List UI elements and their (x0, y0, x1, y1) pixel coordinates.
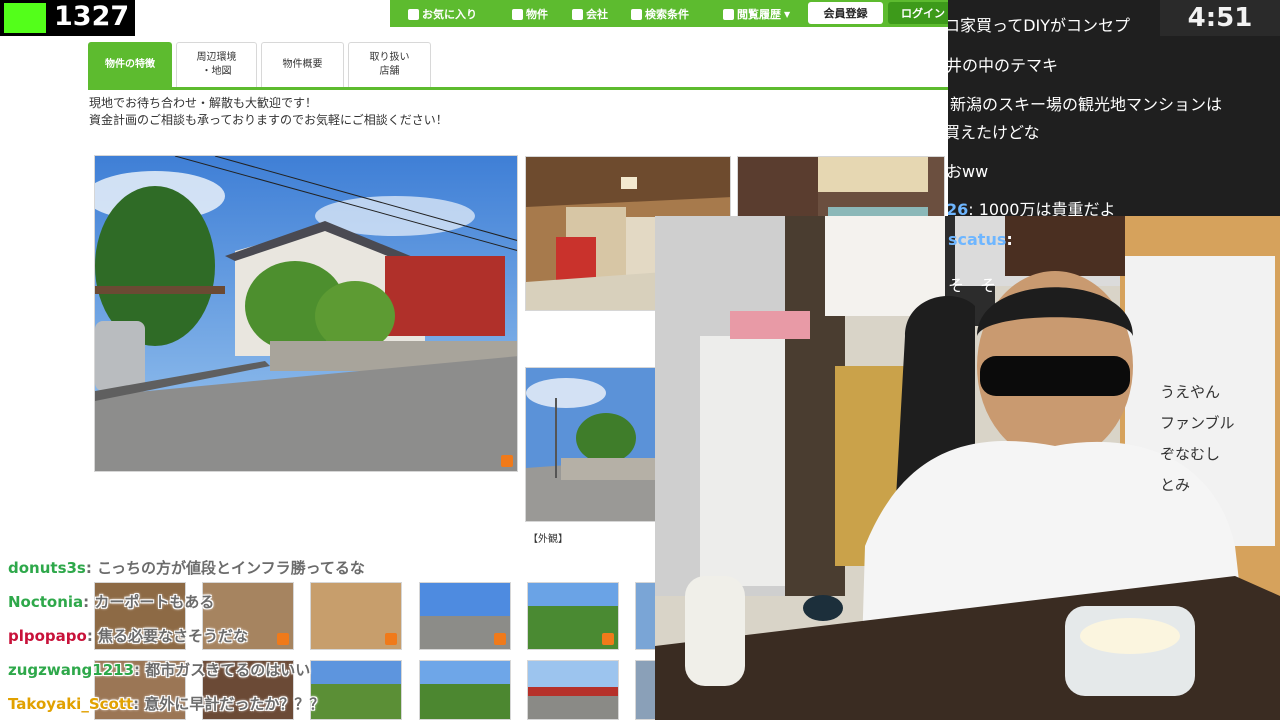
thumbnail[interactable] (310, 582, 402, 650)
chat-username: donuts3s (8, 559, 86, 577)
kick-logo-icon (4, 3, 46, 33)
name-board: うえやん ファンブル ぞなむし とみ (1160, 383, 1235, 494)
chat-line: 井の中のテマキ (948, 56, 1059, 75)
chat-line: おww (948, 162, 989, 181)
heart-icon (408, 8, 419, 20)
thumbnail[interactable] (527, 660, 619, 720)
zoom-icon[interactable] (277, 633, 289, 645)
zoom-icon[interactable] (501, 455, 513, 467)
property-description: 現地でお待ち合わせ・解散も大歓迎です！ 資金計画のご相談も承っておりますのでお気… (89, 96, 448, 127)
chat-line: そ そ (948, 276, 997, 295)
house-icon (512, 8, 523, 20)
main-exterior-photo[interactable] (94, 155, 518, 472)
thumbnail[interactable] (419, 582, 511, 650)
zoom-icon[interactable] (602, 633, 614, 645)
nav-property[interactable]: 物件 (512, 5, 548, 23)
photo-caption: 【外観】 (528, 534, 568, 545)
building-icon (572, 8, 583, 20)
site-navbar: お気に入り 物件 会社 検索条件 閲覧履歴 ▼ 会員登録 ログイン (0, 0, 948, 27)
clock-icon (723, 8, 734, 20)
chat-username: Takoyaki_Scott (8, 695, 134, 713)
chat-message: Takoyaki_Scott: 意外に早計だったか？？？ (8, 695, 325, 713)
chat-line: 買えたけどな (948, 123, 1040, 142)
tab-map[interactable]: 周辺環境 ・地図 (176, 42, 257, 87)
chat-message: Noctonia: カーポートもある (8, 593, 215, 611)
thumbnail[interactable] (419, 660, 511, 720)
chat-username: plpopapo (8, 627, 87, 645)
register-button[interactable]: 会員登録 (808, 2, 883, 24)
chat-message: zugzwang1213: 都市ガスきてるのはいい (8, 661, 311, 679)
nav-favorites[interactable]: お気に入り (408, 5, 477, 23)
zoom-icon[interactable] (385, 633, 397, 645)
nav-search[interactable]: 検索条件 (631, 5, 689, 23)
chat-username: Noctonia (8, 593, 84, 611)
chat-line: 26: 1000万は貴重だよ (948, 196, 1115, 216)
tab-overview[interactable]: 物件概要 (261, 42, 344, 87)
street-photo[interactable] (525, 367, 665, 522)
tab-store[interactable]: 取り扱い 店舗 (348, 42, 431, 87)
chat-line: scatus: (948, 230, 1013, 249)
counter-value: 1327 (54, 1, 130, 32)
tab-underline (88, 87, 948, 90)
chat-message: donuts3s: こっちの方が値段とインフラ勝ってるな (8, 559, 365, 577)
nav-history[interactable]: 閲覧履歴 ▼ (723, 5, 790, 23)
chevron-down-icon: ▼ (784, 9, 791, 19)
chat-username: 26 (948, 200, 969, 216)
search-icon (631, 8, 642, 20)
stream-timer: 4:51 (1160, 0, 1280, 36)
login-button[interactable]: ログイン (888, 2, 948, 24)
chat-line: ロ家買ってDIYがコンセプ (948, 16, 1131, 35)
zoom-icon[interactable] (494, 633, 506, 645)
tab-features[interactable]: 物件の特徴 (88, 42, 172, 87)
chat-message: plpopapo: 焦る必要なさそうだな (8, 627, 249, 645)
chat-line: 新潟のスキー場の観光地マンションは (950, 95, 1223, 114)
chat-username: zugzwang1213 (8, 661, 135, 679)
thumbnail[interactable] (527, 582, 619, 650)
viewer-counter: 1327 (0, 0, 135, 36)
nav-company[interactable]: 会社 (572, 5, 608, 23)
